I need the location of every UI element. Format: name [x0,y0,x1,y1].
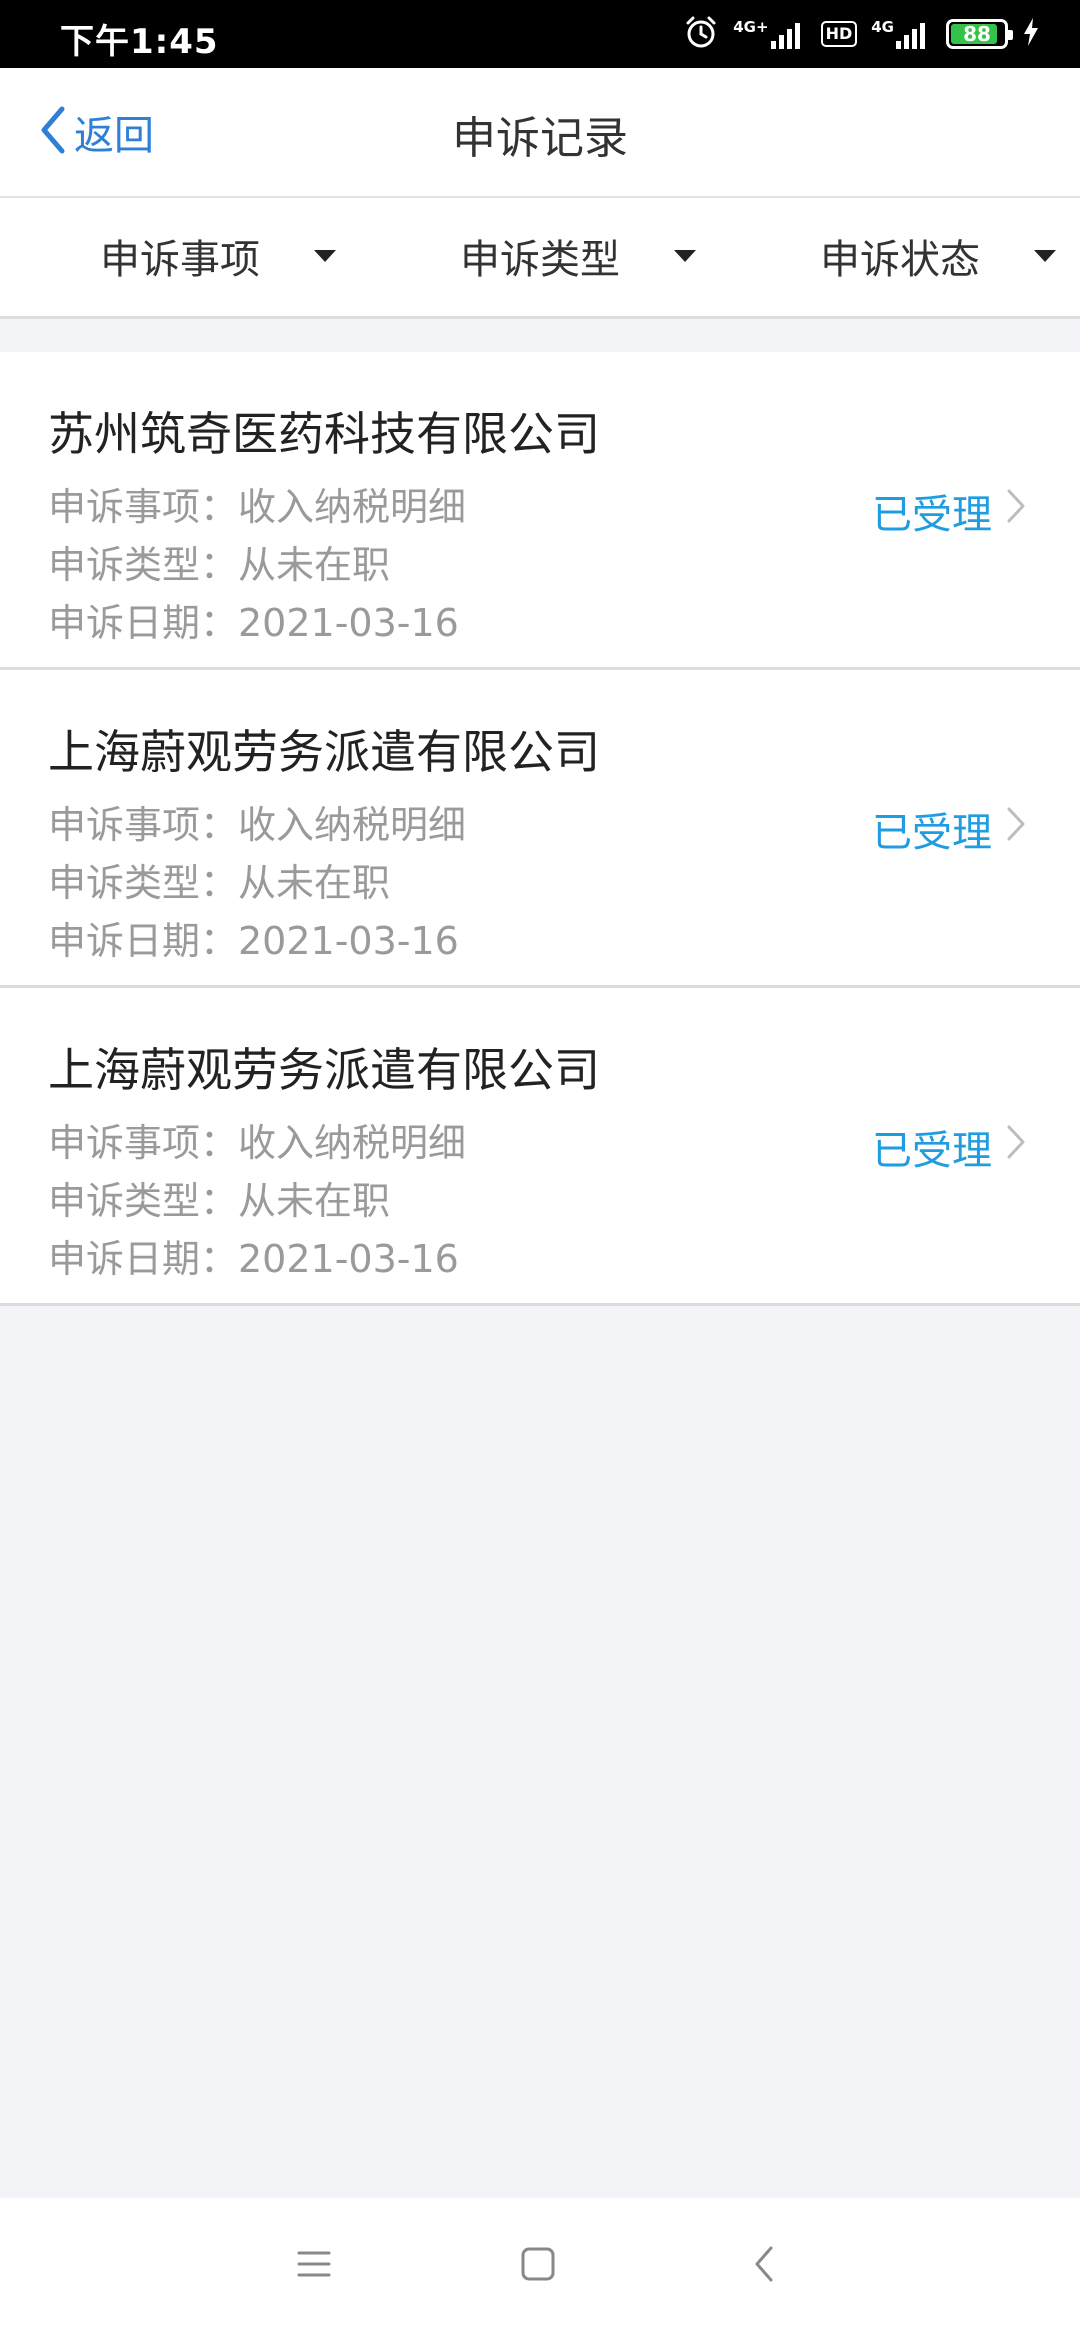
filter-label: 申诉状态 [820,237,980,283]
hd-icon: HD [820,21,858,47]
list-item[interactable]: 上海蔚观劳务派遣有限公司 申诉事项：收入纳税明细 申诉类型：从未在职 申诉日期：… [0,670,1080,988]
nav-bar: 返回 申诉记录 [0,68,1080,198]
home-button[interactable] [510,2238,566,2294]
caret-down-icon [314,250,336,262]
charging-icon [1022,17,1040,51]
filter-item-status[interactable]: 申诉状态 [820,226,1056,286]
battery-icon: 88 [946,19,1013,49]
record-date: 申诉日期：2021-03-16 [48,919,459,963]
page-title: 申诉记录 [452,113,628,164]
status-label: 已受理 [872,810,992,856]
record-company: 苏州筑奇医药科技有限公司 [48,407,600,461]
battery-level: 88 [963,22,991,46]
record-date: 申诉日期：2021-03-16 [48,1237,459,1281]
chevron-right-icon [1006,1122,1026,1172]
back-triangle-icon [753,2245,775,2287]
record-date: 申诉日期：2021-03-16 [48,601,459,645]
list-item[interactable]: 上海蔚观劳务派遣有限公司 申诉事项：收入纳税明细 申诉类型：从未在职 申诉日期：… [0,988,1080,1306]
status-bar: 下午1:45 4G+ HD 4G 88 [0,0,1080,68]
record-item: 申诉事项：收入纳税明细 [48,1121,467,1165]
record-status[interactable]: 已受理 [872,800,1026,858]
record-company: 上海蔚观劳务派遣有限公司 [48,725,600,779]
system-nav-bar [0,2198,1080,2330]
signal-4g-icon: 4G [871,19,932,49]
record-status[interactable]: 已受理 [872,482,1026,540]
menu-button[interactable] [286,2238,342,2294]
back-key-button[interactable] [736,2238,792,2294]
record-status[interactable]: 已受理 [872,1118,1026,1176]
record-item: 申诉事项：收入纳税明细 [48,485,467,529]
chevron-right-icon [1006,486,1026,536]
caret-down-icon [674,250,696,262]
battery-cap [1008,30,1013,40]
record-list: 苏州筑奇医药科技有限公司 申诉事项：收入纳税明细 申诉类型：从未在职 申诉日期：… [0,352,1080,1306]
record-company: 上海蔚观劳务派遣有限公司 [48,1043,600,1097]
home-square-icon [521,2247,555,2285]
status-label: 已受理 [872,492,992,538]
filter-label: 申诉类型 [460,237,620,283]
filter-label: 申诉事项 [100,237,260,283]
record-type: 申诉类型：从未在职 [48,861,391,905]
record-item: 申诉事项：收入纳税明细 [48,803,467,847]
alarm-icon [683,14,719,54]
list-item[interactable]: 苏州筑奇医药科技有限公司 申诉事项：收入纳税明细 申诉类型：从未在职 申诉日期：… [0,352,1080,670]
filter-bar: 申诉事项 申诉类型 申诉状态 [0,198,1080,319]
filter-item-type[interactable]: 申诉类型 [460,226,696,286]
status-label: 已受理 [872,1128,992,1174]
filter-item-matter[interactable]: 申诉事项 [100,226,336,286]
status-time: 下午1:45 [60,22,219,62]
status-icons: 4G+ HD 4G 88 [683,10,1040,58]
menu-icon [297,2249,331,2283]
signal-4g-plus-icon: 4G+ [733,19,806,49]
chevron-right-icon [1006,804,1026,854]
record-type: 申诉类型：从未在职 [48,543,391,587]
caret-down-icon [1034,250,1056,262]
record-type: 申诉类型：从未在职 [48,1179,391,1223]
